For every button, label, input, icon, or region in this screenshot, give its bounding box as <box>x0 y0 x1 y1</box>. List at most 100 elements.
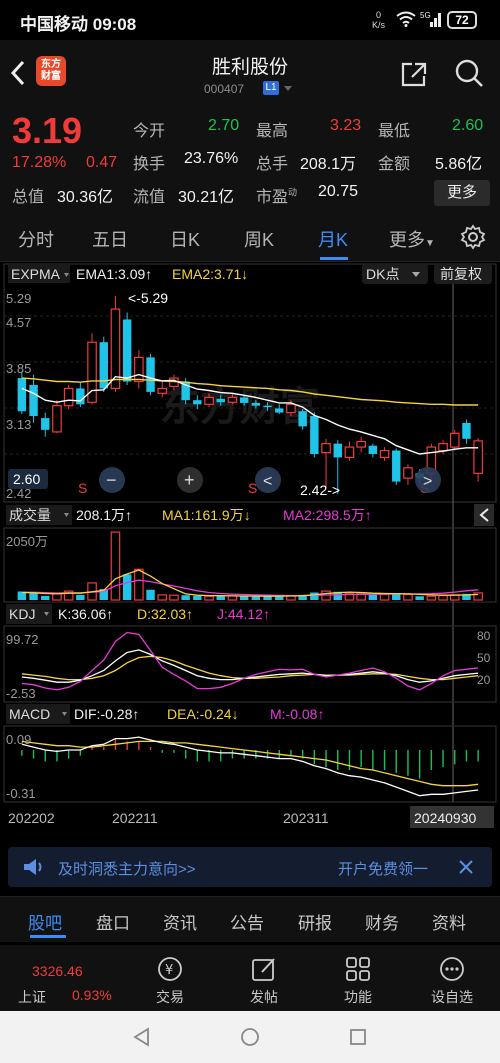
back-triangle-icon[interactable] <box>132 1027 152 1047</box>
candle-body <box>263 405 272 408</box>
system-nav-bar <box>0 1011 500 1063</box>
high-value: 3.23 <box>330 117 362 134</box>
kdj-right-tick: 50 <box>477 651 491 665</box>
nav-functions[interactable]: 功能 <box>318 945 398 1011</box>
chevron-down-icon[interactable] <box>284 86 292 91</box>
low-annotation: 2.42-> <box>300 482 340 498</box>
volume-max-label: 2050万 <box>6 534 48 549</box>
candle-body <box>438 443 448 452</box>
signal-label: 5G <box>420 11 431 20</box>
tab-orderbook[interactable]: 盘口 <box>96 909 130 934</box>
tab-announcements[interactable]: 公告 <box>230 909 264 934</box>
tab-intraday[interactable]: 分时 <box>18 226 54 252</box>
y-tick: 5.29 <box>6 291 31 306</box>
macd-bottom-label: -0.31 <box>6 786 36 801</box>
candle-body <box>193 400 202 405</box>
volume-bar <box>415 596 424 600</box>
banner-text[interactable]: 及时洞悉主力意向>> <box>58 858 196 879</box>
bottom-nav: 3326.46 上证 0.93% ¥ 交易 发帖 功能 设自选 <box>0 945 500 1011</box>
volume-bar <box>204 595 214 601</box>
candle-body <box>52 405 62 433</box>
candle-body <box>333 443 342 458</box>
status-carrier-time: 中国移动 09:08 <box>20 15 137 34</box>
kdj-d-legend: D:32.03↑ <box>137 606 193 622</box>
open-value: 2.70 <box>208 117 240 134</box>
index-name: 上证 <box>18 989 46 1005</box>
chevron-left-icon: < <box>263 473 272 490</box>
candle-body <box>122 319 132 382</box>
kdj-panel-frame <box>3 625 497 703</box>
close-icon[interactable] <box>458 859 474 875</box>
zoom-in-icon: + <box>184 470 195 490</box>
y-tick: 4.57 <box>6 315 31 330</box>
nav-label: 设自选 <box>431 989 473 1005</box>
volume-bar <box>193 595 202 600</box>
index-ticker[interactable]: 3326.46 上证 0.93% <box>0 945 128 1011</box>
level-badge: L1 <box>263 81 279 95</box>
pe-label: 市盈动 <box>256 187 298 206</box>
tab-more[interactable]: 更多▼ <box>389 226 435 252</box>
tab-five-day[interactable]: 五日 <box>92 226 128 252</box>
more-button[interactable]: 更多 <box>434 180 490 206</box>
tab-monthly-k[interactable]: 月K <box>318 226 348 252</box>
macd-dif-line <box>21 736 479 797</box>
gear-icon[interactable] <box>460 224 486 250</box>
more-dots-icon <box>440 957 464 981</box>
open-label: 今开 <box>133 123 166 140</box>
change-amount: 0.47 <box>86 154 118 171</box>
high-label: 最高 <box>256 123 289 140</box>
candle-body <box>473 440 483 474</box>
volume-bar <box>403 593 413 601</box>
candle-body <box>76 388 85 405</box>
macd-m-legend: M:-0.08↑ <box>270 706 324 722</box>
kdj-k-line <box>21 649 479 683</box>
macd-dif-legend: DIF:-0.28↑ <box>74 706 139 722</box>
x-axis-label: 202311 <box>283 810 329 826</box>
search-icon[interactable] <box>454 58 484 88</box>
macd-histogram <box>21 738 479 779</box>
crosshair-date-label: 20240930 <box>414 810 477 826</box>
turnover-value: 23.76% <box>184 150 239 167</box>
volume-bar <box>239 596 249 600</box>
index-value: 3326.46 <box>32 963 83 979</box>
home-circle-icon[interactable] <box>240 1027 260 1047</box>
current-price: 3.19 <box>12 110 83 151</box>
open-account-link[interactable]: 开户免费领一 <box>338 858 428 879</box>
collapse-panel-button[interactable] <box>474 504 494 526</box>
chevron-right-icon: > <box>423 473 432 490</box>
zoom-out-icon: − <box>106 470 117 490</box>
nav-trade[interactable]: ¥ 交易 <box>130 945 210 1011</box>
kdj-j-legend: J:44.12↑ <box>217 606 270 622</box>
nav-watchlist[interactable]: 设自选 <box>412 945 492 1011</box>
caret-down-icon: ▼ <box>425 238 435 249</box>
candle-body <box>462 422 471 439</box>
promo-banner[interactable]: 及时洞悉主力意向>> 开户免费领一 <box>8 847 492 887</box>
tab-forum[interactable]: 股吧 <box>28 909 62 934</box>
tab-daily-k[interactable]: 日K <box>170 226 200 252</box>
macd-title: MACD <box>9 706 50 722</box>
volume-bar <box>426 595 437 601</box>
battery-indicator: 72 <box>447 11 477 29</box>
trade-icon: ¥ <box>158 957 182 981</box>
candle-body <box>157 387 168 394</box>
tab-research[interactable]: 研报 <box>298 909 332 934</box>
active-subtab-indicator <box>30 935 66 938</box>
pe-value: 20.75 <box>318 183 359 200</box>
tab-weekly-k[interactable]: 周K <box>244 226 274 252</box>
tab-financials[interactable]: 财务 <box>365 909 399 934</box>
signal-icon: 5G <box>420 11 441 27</box>
candle-body <box>275 408 284 413</box>
volume-bar <box>169 594 179 601</box>
macd-top-label: 0.09 <box>6 732 31 747</box>
kline-chart[interactable]: 东方财富 EXPMA EMA1:3.09↑ EMA2:3.71↓ DK点 前复权… <box>0 262 500 834</box>
share-icon[interactable] <box>400 60 428 88</box>
recents-square-icon[interactable] <box>348 1027 368 1047</box>
nav-post[interactable]: 发帖 <box>224 945 304 1011</box>
candle-body <box>17 378 27 412</box>
candle-body <box>239 397 249 403</box>
tab-profile[interactable]: 资料 <box>432 909 466 934</box>
volume-bar <box>146 589 155 600</box>
tab-news[interactable]: 资讯 <box>163 909 197 934</box>
volume-bar <box>181 595 190 600</box>
stock-code: 000407 <box>204 82 245 96</box>
